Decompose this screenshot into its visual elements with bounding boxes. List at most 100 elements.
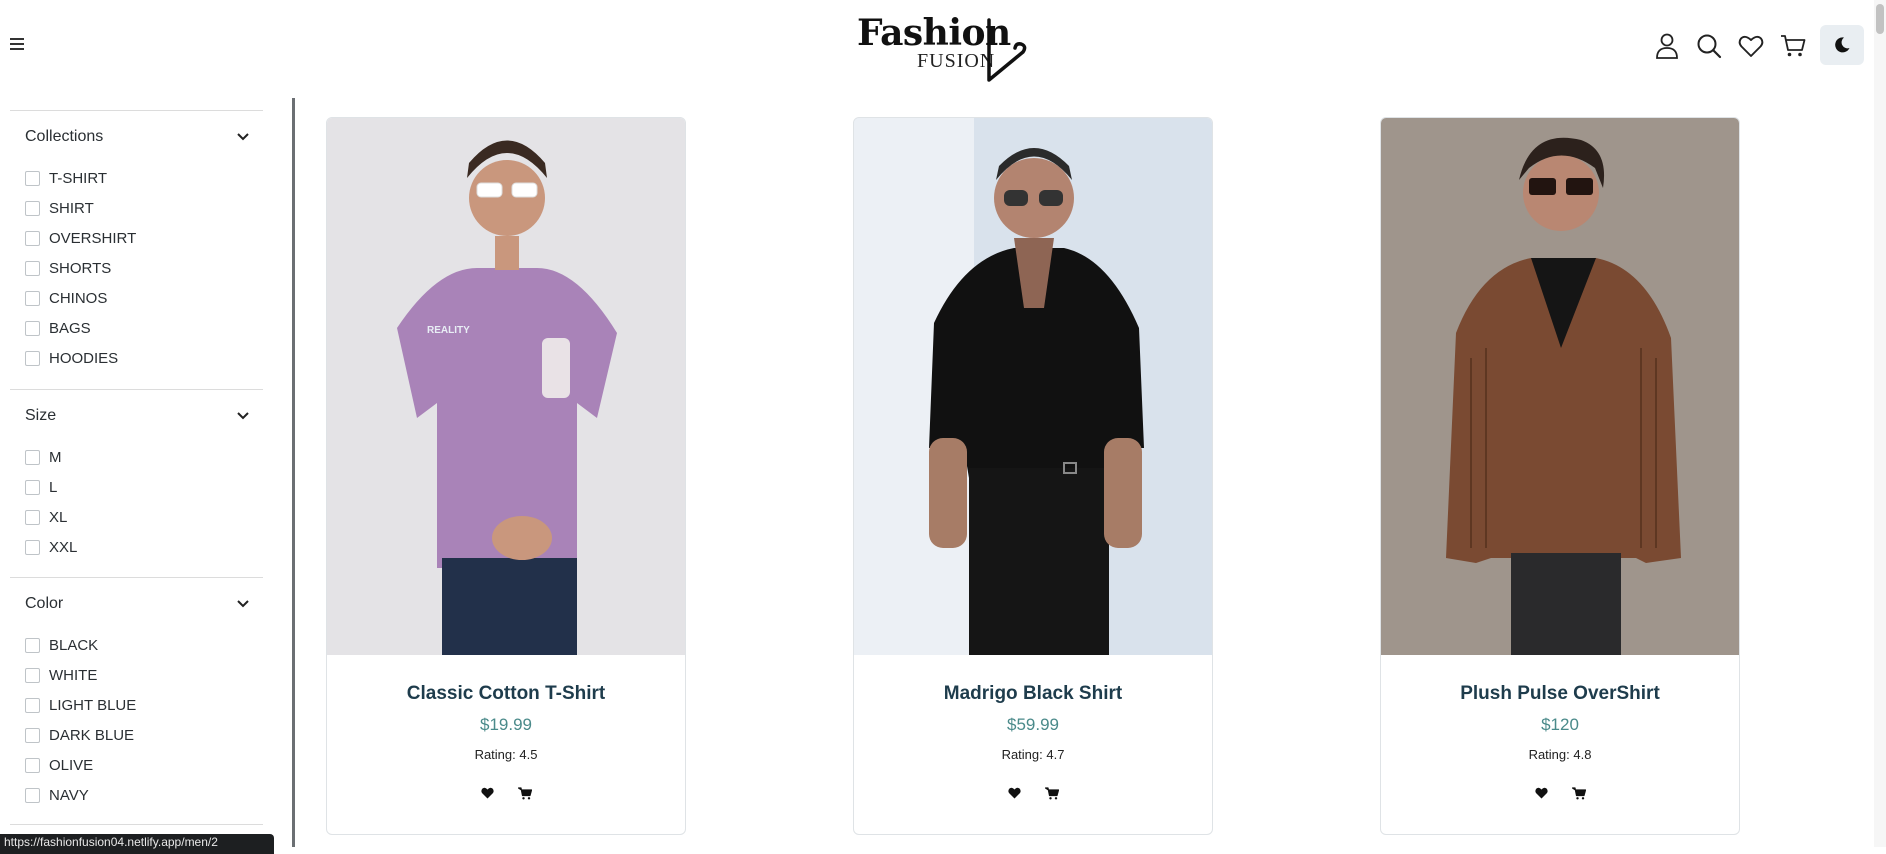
filter-option-navy[interactable]: NAVY xyxy=(10,780,263,810)
product-info: Madrigo Black Shirt $59.99 Rating: 4.7 xyxy=(854,683,1212,804)
filter-option-xl[interactable]: XL xyxy=(10,502,263,532)
add-to-cart-button[interactable] xyxy=(1568,782,1590,804)
checkbox[interactable] xyxy=(25,170,40,186)
filter-option-label: XXL xyxy=(49,538,78,556)
sidebar-divider xyxy=(292,98,295,847)
filter-option-olive[interactable]: OLIVE xyxy=(10,750,263,780)
filter-option-xxl[interactable]: XXL xyxy=(10,532,263,562)
product-name[interactable]: Madrigo Black Shirt xyxy=(854,683,1212,705)
add-to-cart-button[interactable] xyxy=(1041,782,1063,804)
add-to-wishlist-button[interactable] xyxy=(1530,782,1552,804)
filter-option-chinos[interactable]: CHINOS xyxy=(10,283,263,313)
checkbox[interactable] xyxy=(25,697,40,713)
add-to-wishlist-button[interactable] xyxy=(1003,782,1025,804)
product-actions xyxy=(1381,782,1739,804)
cart-icon[interactable] xyxy=(1778,31,1808,61)
chevron-down-icon xyxy=(237,412,249,420)
filter-option-black[interactable]: BLACK xyxy=(10,630,263,660)
filter-option-l[interactable]: L xyxy=(10,472,263,502)
checkbox[interactable] xyxy=(25,479,40,495)
filter-option-light-blue[interactable]: LIGHT BLUE xyxy=(10,690,263,720)
product-image[interactable] xyxy=(854,118,1212,655)
heart-icon xyxy=(480,787,494,799)
checkbox[interactable] xyxy=(25,260,40,276)
filter-option-label: HOODIES xyxy=(49,349,119,367)
checkbox[interactable] xyxy=(25,757,40,773)
dark-mode-toggle-button[interactable] xyxy=(1820,25,1864,65)
filter-option-shorts[interactable]: SHORTS xyxy=(10,253,263,283)
filter-option-label: BAGS xyxy=(49,319,91,337)
svg-text:REALITY: REALITY xyxy=(427,325,470,336)
browser-status-url: https://fashionfusion04.netlify.app/men/… xyxy=(0,834,274,854)
filter-option-label: NAVY xyxy=(49,786,89,804)
filter-option-bags[interactable]: BAGS xyxy=(10,313,263,343)
checkbox[interactable] xyxy=(25,637,40,653)
checkbox[interactable] xyxy=(25,667,40,683)
filter-option-overshirt[interactable]: OVERSHIRT xyxy=(10,223,263,253)
checkbox[interactable] xyxy=(25,350,40,366)
product-price: $120 xyxy=(1541,715,1579,734)
product-image[interactable]: REALITY xyxy=(327,118,685,655)
add-to-cart-button[interactable] xyxy=(514,782,536,804)
moon-icon xyxy=(1835,37,1850,53)
page-scrollbar[interactable] xyxy=(1874,0,1886,847)
filter-option-m[interactable]: M xyxy=(10,442,263,472)
checkbox[interactable] xyxy=(25,320,40,336)
filter-group-header[interactable]: Size xyxy=(10,390,263,442)
product-image[interactable] xyxy=(1381,118,1739,655)
filter-option-label: T-SHIRT xyxy=(49,169,108,187)
filter-option-t-shirt[interactable]: T-SHIRT xyxy=(10,163,263,193)
filter-group-title: Color xyxy=(25,595,64,612)
checkbox[interactable] xyxy=(25,787,40,803)
checkbox[interactable] xyxy=(25,200,40,216)
cart-icon xyxy=(1572,786,1586,799)
chevron-down-icon xyxy=(237,600,249,608)
filter-option-label: LIGHT BLUE xyxy=(49,696,137,714)
search-icon[interactable] xyxy=(1694,31,1724,61)
product-price: $19.99 xyxy=(480,715,532,734)
filter-option-label: WHITE xyxy=(49,666,98,684)
filter-group-header[interactable]: Collections xyxy=(10,111,263,163)
cart-icon xyxy=(1045,786,1059,799)
product-rating: Rating: 4.7 xyxy=(1001,747,1065,762)
filter-option-white[interactable]: WHITE xyxy=(10,660,263,690)
checkbox[interactable] xyxy=(25,290,40,306)
checkbox[interactable] xyxy=(25,727,40,743)
site-logo[interactable]: Fashion FUSION xyxy=(855,10,1030,82)
checkbox[interactable] xyxy=(25,509,40,525)
filter-option-dark-blue[interactable]: DARK BLUE xyxy=(10,720,263,750)
filter-option-label: CHINOS xyxy=(49,289,108,307)
heart-icon xyxy=(1534,787,1548,799)
hanger-icon xyxy=(987,18,1027,82)
filter-option-label: DARK BLUE xyxy=(49,726,135,744)
filter-group-color: Color BLACK WHITE LIGHT BLUE DARK BLUE O… xyxy=(10,577,263,810)
product-name[interactable]: Plush Pulse OverShirt xyxy=(1381,683,1739,705)
product-card[interactable]: REALITY Classic Cotton T-Shirt $19.99 Ra… xyxy=(326,117,686,835)
hamburger-menu-icon[interactable] xyxy=(10,38,24,50)
user-icon[interactable] xyxy=(1652,31,1682,61)
filter-group-size: Size M L XL XXL xyxy=(10,389,263,562)
filter-option-label: OLIVE xyxy=(49,756,94,774)
product-name[interactable]: Classic Cotton T-Shirt xyxy=(327,683,685,705)
cart-icon xyxy=(518,786,532,799)
add-to-wishlist-button[interactable] xyxy=(476,782,498,804)
product-price: $59.99 xyxy=(1007,715,1059,734)
scrollbar-thumb[interactable] xyxy=(1876,4,1884,34)
filter-option-label: M xyxy=(49,448,62,466)
checkbox[interactable] xyxy=(25,230,40,246)
filter-option-label: BLACK xyxy=(49,636,99,654)
filter-group-title: Collections xyxy=(25,128,104,145)
checkbox[interactable] xyxy=(25,539,40,555)
checkbox[interactable] xyxy=(25,449,40,465)
heart-icon[interactable] xyxy=(1736,31,1766,61)
product-card[interactable]: Madrigo Black Shirt $59.99 Rating: 4.7 xyxy=(853,117,1213,835)
product-info: Classic Cotton T-Shirt $19.99 Rating: 4.… xyxy=(327,683,685,804)
filter-group-header[interactable]: Color xyxy=(10,578,263,630)
product-card[interactable]: Plush Pulse OverShirt $120 Rating: 4.8 xyxy=(1380,117,1740,835)
filter-option-label: SHIRT xyxy=(49,199,94,217)
filter-option-hoodies[interactable]: HOODIES xyxy=(10,343,263,373)
heart-icon xyxy=(1007,787,1021,799)
filter-option-label: XL xyxy=(49,508,68,526)
chevron-down-icon xyxy=(237,133,249,141)
filter-option-shirt[interactable]: SHIRT xyxy=(10,193,263,223)
